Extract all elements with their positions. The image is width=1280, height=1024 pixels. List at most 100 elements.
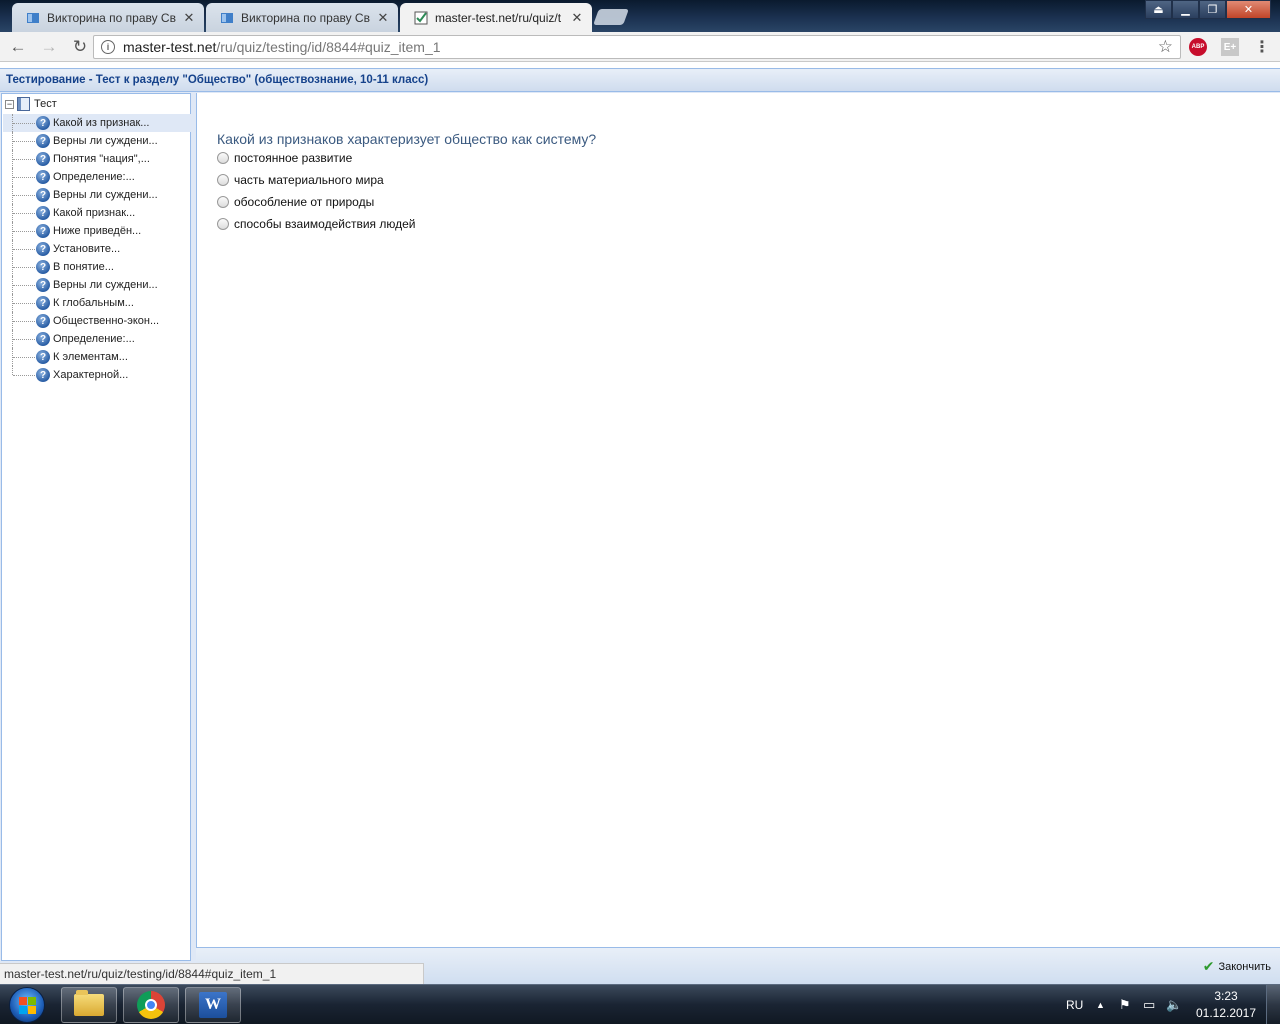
tree-connector: [13, 123, 35, 124]
radio-button[interactable]: [217, 152, 229, 164]
browser-tab-1[interactable]: Викторина по праву Св ✕: [12, 3, 204, 32]
tree-item[interactable]: ? Понятия "нация",...: [3, 150, 191, 168]
tree-item[interactable]: ? Определение:...: [3, 168, 191, 186]
browser-tab-2[interactable]: Викторина по праву Св ✕: [206, 3, 398, 32]
tree-item[interactable]: ? Верны ли суждени...: [3, 132, 191, 150]
question-mark-icon: ?: [36, 332, 50, 346]
window-close-button[interactable]: ✕: [1226, 0, 1271, 19]
tree-connector: [13, 339, 35, 340]
tree-item[interactable]: ? Верны ли суждени...: [3, 186, 191, 204]
folder-icon: [74, 990, 104, 1016]
info-icon[interactable]: i: [101, 40, 115, 54]
tree-item[interactable]: ? Ниже приведён...: [3, 222, 191, 240]
answer-label: постоянное развитие: [234, 151, 353, 165]
browser-tab-strip: Викторина по праву Св ✕ Викторина по пра…: [0, 0, 1280, 32]
question-text: Какой из признаков характеризует обществ…: [217, 131, 597, 147]
question-mark-icon: ?: [36, 224, 50, 238]
collapse-icon[interactable]: −: [5, 99, 14, 109]
question-tree: − Тест ? Какой из признак...? Верны ли суж…: [1, 93, 191, 961]
tab-title: master-test.net/ru/quiz/t: [435, 10, 562, 25]
tree-connector: [13, 213, 35, 214]
adblock-extension-icon[interactable]: ABP: [1189, 38, 1207, 56]
reload-icon[interactable]: ↻: [67, 35, 93, 59]
user-icon[interactable]: ⏏: [1145, 0, 1172, 19]
action-center-icon[interactable]: ⚑: [1119, 985, 1131, 1024]
question-mark-icon: ?: [36, 296, 50, 310]
answer-label: способы взаимодействия людей: [234, 217, 416, 231]
taskbar-chrome[interactable]: [123, 987, 179, 1023]
taskbar-explorer[interactable]: [61, 987, 117, 1023]
eplus-extension-icon[interactable]: E+: [1221, 38, 1239, 56]
tree-item[interactable]: ? Какой признак...: [3, 204, 191, 222]
volume-icon[interactable]: 🔈: [1166, 985, 1182, 1024]
browser-tab-3[interactable]: master-test.net/ru/quiz/t ✕: [400, 3, 592, 32]
question-mark-icon: ?: [36, 152, 50, 166]
tree-root-label: Тест: [34, 98, 57, 110]
tree-item-label: Установите...: [53, 243, 121, 255]
minimize-button[interactable]: ▁: [1172, 0, 1199, 19]
forward-arrow-icon[interactable]: →: [36, 35, 62, 59]
question-mark-icon: ?: [36, 116, 50, 130]
tree-connector: [13, 303, 35, 304]
tree-root[interactable]: − Тест: [5, 96, 57, 112]
finish-button[interactable]: ✔ Закончить: [1203, 958, 1271, 975]
clock[interactable]: 3:23 01.12.2017: [1190, 988, 1262, 1022]
address-host: master-test.net: [123, 39, 217, 55]
tree-connector: [13, 159, 35, 160]
show-desktop-button[interactable]: [1266, 985, 1280, 1024]
book-icon: [17, 97, 30, 111]
close-icon[interactable]: ✕: [376, 10, 390, 26]
question-mark-icon: ?: [36, 242, 50, 256]
checkmark-icon: ✔: [1202, 958, 1215, 974]
tree-item-label: Общественно-экон...: [53, 315, 160, 327]
question-mark-icon: ?: [36, 368, 50, 382]
address-path: /ru/quiz/testing/id/8844#quiz_item_1: [216, 39, 441, 55]
checkbox-icon: [414, 11, 428, 24]
language-indicator[interactable]: RU: [1066, 985, 1083, 1024]
taskbar-word[interactable]: W: [185, 987, 241, 1023]
start-button[interactable]: [4, 986, 50, 1024]
tray-expand-icon[interactable]: ▲: [1096, 985, 1105, 1024]
question-mark-icon: ?: [36, 314, 50, 328]
answer-option[interactable]: способы взаимодействия людей: [217, 215, 416, 233]
tree-item[interactable]: ? Определение:...: [3, 330, 191, 348]
tab-title: Викторина по праву Св: [47, 10, 176, 25]
new-tab-button[interactable]: [593, 9, 629, 25]
back-arrow-icon[interactable]: ←: [5, 35, 31, 59]
browser-menu-icon[interactable]: ⋮: [1253, 38, 1271, 56]
radio-button[interactable]: [217, 218, 229, 230]
close-icon[interactable]: ✕: [570, 10, 584, 26]
tree-item[interactable]: ? Установите...: [3, 240, 191, 258]
status-url-bubble: master-test.net/ru/quiz/testing/id/8844#…: [0, 963, 424, 984]
network-icon[interactable]: ▭: [1143, 985, 1155, 1024]
tree-item[interactable]: ? Какой из признак...: [3, 114, 191, 132]
tree-item[interactable]: ? Характерной...: [3, 366, 191, 384]
tree-item[interactable]: ? Общественно-экон...: [3, 312, 191, 330]
question-mark-icon: ?: [36, 170, 50, 184]
bookmark-star-icon[interactable]: ☆: [1158, 37, 1173, 57]
answer-option[interactable]: постоянное развитие: [217, 149, 352, 167]
tree-connector: [13, 357, 35, 358]
maximize-button[interactable]: ❐: [1199, 0, 1226, 19]
radio-button[interactable]: [217, 196, 229, 208]
windows-logo-icon: [9, 987, 45, 1023]
tree-item[interactable]: ? Верны ли суждени...: [3, 276, 191, 294]
finish-label: Закончить: [1218, 960, 1271, 973]
tree-item-label: К элементам...: [53, 351, 128, 363]
answer-option[interactable]: обособление от природы: [217, 193, 374, 211]
answer-option[interactable]: часть материального мира: [217, 171, 384, 189]
tree-item-label: Какой признак...: [53, 207, 136, 219]
answer-label: часть материального мира: [234, 173, 384, 187]
tree-connector: [13, 141, 35, 142]
tree-item-label: Определение:...: [53, 333, 135, 345]
tab-title: Викторина по праву Св: [241, 10, 370, 25]
tree-item[interactable]: ? К глобальным...: [3, 294, 191, 312]
radio-button[interactable]: [217, 174, 229, 186]
tree-item-label: Ниже приведён...: [53, 225, 142, 237]
tree-item[interactable]: ? В понятие...: [3, 258, 191, 276]
close-icon[interactable]: ✕: [182, 10, 196, 26]
tree-item[interactable]: ? К элементам...: [3, 348, 191, 366]
question-panel: Какой из признаков характеризует обществ…: [196, 93, 1280, 947]
address-bar[interactable]: i master-test.net/ru/quiz/testing/id/884…: [93, 35, 1181, 59]
question-mark-icon: ?: [36, 260, 50, 274]
